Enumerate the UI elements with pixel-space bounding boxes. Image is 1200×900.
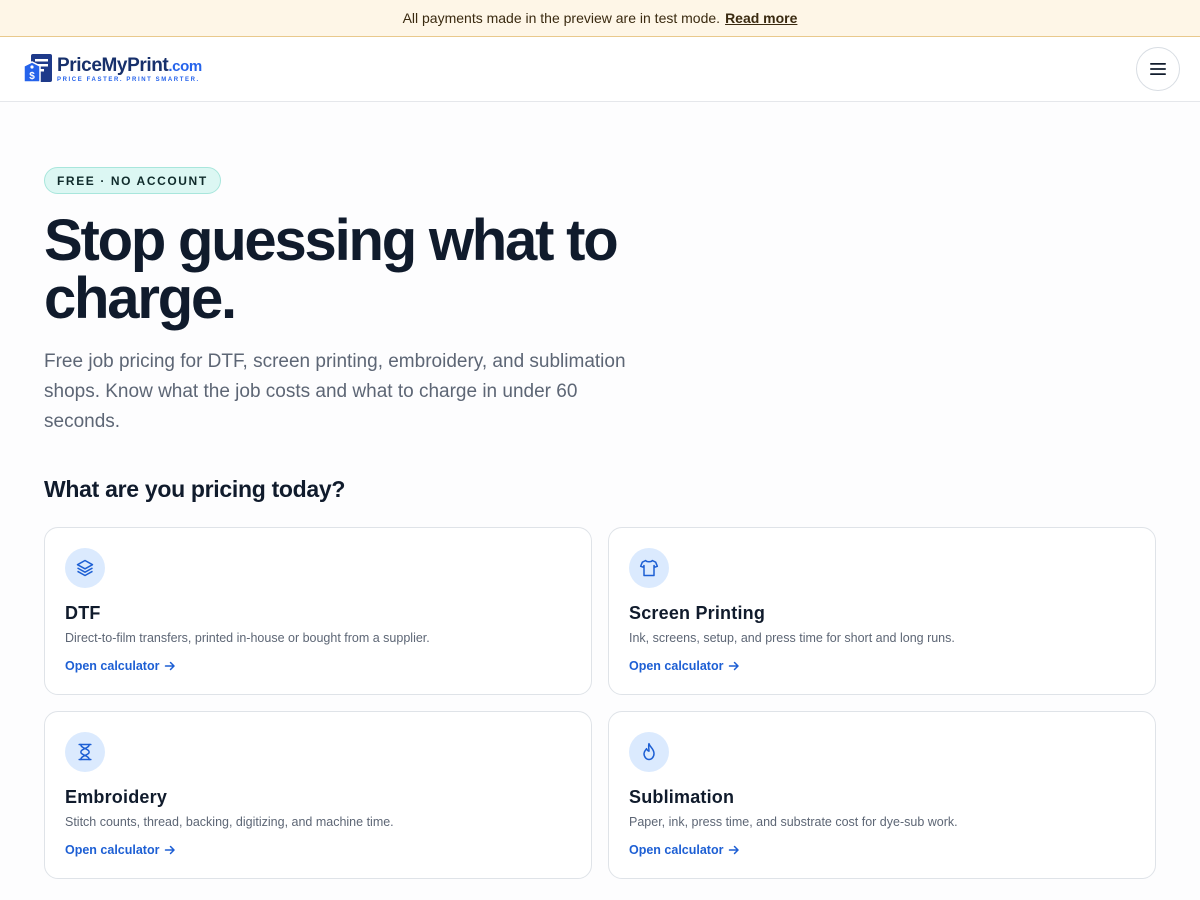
hero-title: Stop guessing what to charge. xyxy=(44,208,619,331)
logo-wordmark: PriceMyPrint.com xyxy=(57,54,202,76)
arrow-right-icon xyxy=(165,661,176,671)
hero-subtitle: Free job pricing for DTF, screen printin… xyxy=(44,351,626,432)
logo-price-tag-icon: $ xyxy=(23,54,52,83)
open-calculator-link-embroidery[interactable]: Open calculator xyxy=(65,843,176,857)
card-screen-printing[interactable]: Screen Printing Ink, screens, setup, and… xyxy=(608,527,1156,695)
card-icon-bg xyxy=(629,732,669,772)
open-calculator-link-screen-printing[interactable]: Open calculator xyxy=(629,659,740,673)
card-icon-bg xyxy=(65,732,105,772)
logo[interactable]: $ PriceMyPrint.com PRICE FASTER. PRINT S… xyxy=(22,52,202,86)
card-title: DTF xyxy=(65,603,101,623)
arrow-right-icon xyxy=(165,845,176,855)
card-description: Paper, ink, press time, and substrate co… xyxy=(629,815,958,829)
card-icon-bg xyxy=(629,548,669,588)
card-description: Direct-to-film transfers, printed in-hou… xyxy=(65,631,430,645)
shirt-icon xyxy=(639,559,659,577)
card-dtf[interactable]: DTF Direct-to-film transfers, printed in… xyxy=(44,527,592,695)
card-embroidery[interactable]: Embroidery Stitch counts, thread, backin… xyxy=(44,711,592,879)
logo-tagline: PRICE FASTER. PRINT SMARTER. xyxy=(57,76,200,83)
banner-text: All payments made in the preview are in … xyxy=(402,10,721,26)
card-title: Sublimation xyxy=(629,787,735,807)
free-badge: FREE · NO ACCOUNT xyxy=(44,167,221,194)
test-mode-banner: All payments made in the preview are in … xyxy=(0,0,1200,37)
layers-icon xyxy=(76,559,94,577)
card-icon-bg xyxy=(65,548,105,588)
card-description: Stitch counts, thread, backing, digitizi… xyxy=(65,815,394,829)
card-sublimation[interactable]: Sublimation Paper, ink, press time, and … xyxy=(608,711,1156,879)
hamburger-icon xyxy=(1150,63,1166,75)
arrow-right-icon xyxy=(729,845,740,855)
menu-button[interactable] xyxy=(1136,47,1180,91)
arrow-right-icon xyxy=(729,661,740,671)
card-description: Ink, screens, setup, and press time for … xyxy=(629,631,955,645)
open-calculator-link-sublimation[interactable]: Open calculator xyxy=(629,843,740,857)
spool-icon xyxy=(78,743,92,761)
card-title: Screen Printing xyxy=(629,603,766,623)
flame-icon xyxy=(643,742,655,761)
read-more-link[interactable]: Read more xyxy=(725,10,797,26)
section-title: What are you pricing today? xyxy=(44,476,346,502)
card-title: Embroidery xyxy=(65,787,168,807)
svg-text:$: $ xyxy=(29,71,35,82)
site-header: $ PriceMyPrint.com PRICE FASTER. PRINT S… xyxy=(0,37,1200,102)
open-calculator-link-dtf[interactable]: Open calculator xyxy=(65,659,176,673)
